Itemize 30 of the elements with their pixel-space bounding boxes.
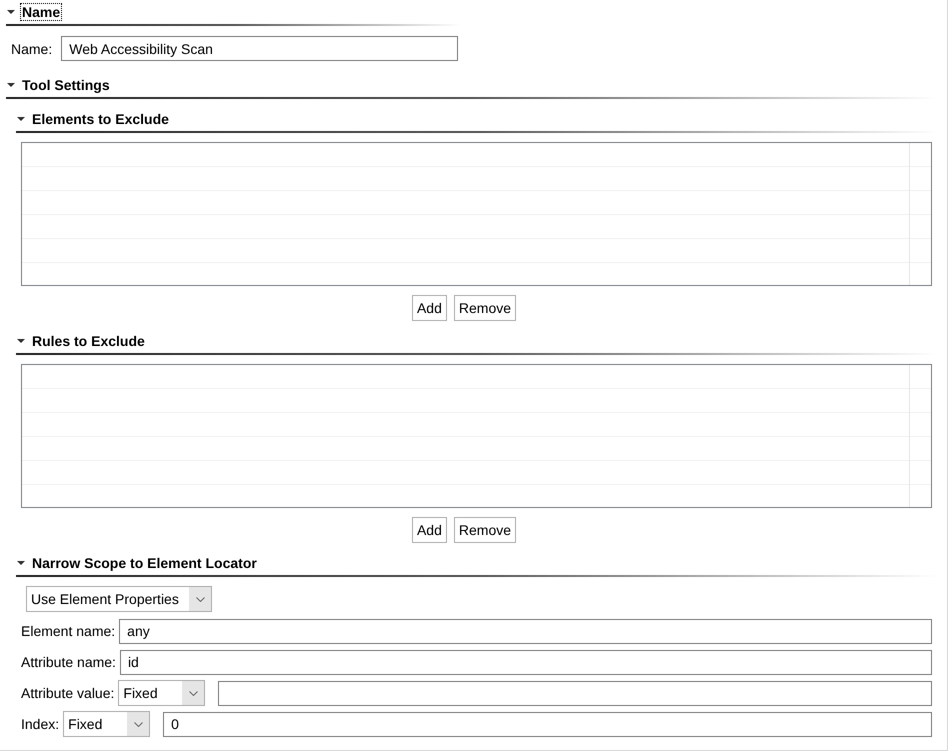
field-label: Attribute name: bbox=[21, 654, 116, 670]
name-field[interactable]: Web Accessibility Scan bbox=[61, 36, 458, 61]
chevron-down-icon bbox=[134, 722, 143, 726]
field-label: Attribute value: bbox=[21, 685, 114, 701]
section-title: Rules to Exclude bbox=[31, 333, 146, 349]
text-field[interactable]: any bbox=[119, 618, 932, 644]
field-label: Element name: bbox=[21, 623, 116, 639]
field-label: Index: bbox=[21, 716, 60, 732]
remove-button[interactable]: Remove bbox=[454, 295, 516, 321]
text-field[interactable]: 0 bbox=[163, 712, 932, 736]
add-button[interactable]: Add bbox=[412, 295, 447, 321]
type-dropdown[interactable]: Fixed bbox=[118, 680, 206, 706]
type-dropdown[interactable]: Fixed bbox=[63, 711, 150, 737]
mode-dropdown[interactable]: Use Element Properties bbox=[26, 586, 212, 612]
chevron-down-icon bbox=[188, 690, 198, 696]
collapse-icon[interactable] bbox=[17, 116, 25, 122]
section-title: Tool Settings bbox=[21, 77, 111, 93]
remove-button[interactable]: Remove bbox=[454, 517, 516, 543]
field-label: Name: bbox=[11, 40, 52, 56]
chevron-down-icon bbox=[196, 596, 204, 602]
section-title: Elements to Exclude bbox=[31, 111, 170, 127]
section-title: Narrow Scope to Element Locator bbox=[31, 555, 258, 571]
collapse-icon[interactable] bbox=[7, 82, 15, 88]
text-field[interactable]: id bbox=[120, 650, 932, 674]
collapse-icon[interactable] bbox=[7, 9, 15, 15]
text-field[interactable] bbox=[218, 680, 932, 706]
collapse-icon[interactable] bbox=[17, 560, 25, 566]
section-title[interactable]: Name bbox=[21, 4, 62, 20]
add-button[interactable]: Add bbox=[412, 517, 447, 543]
collapse-icon[interactable] bbox=[17, 338, 25, 344]
